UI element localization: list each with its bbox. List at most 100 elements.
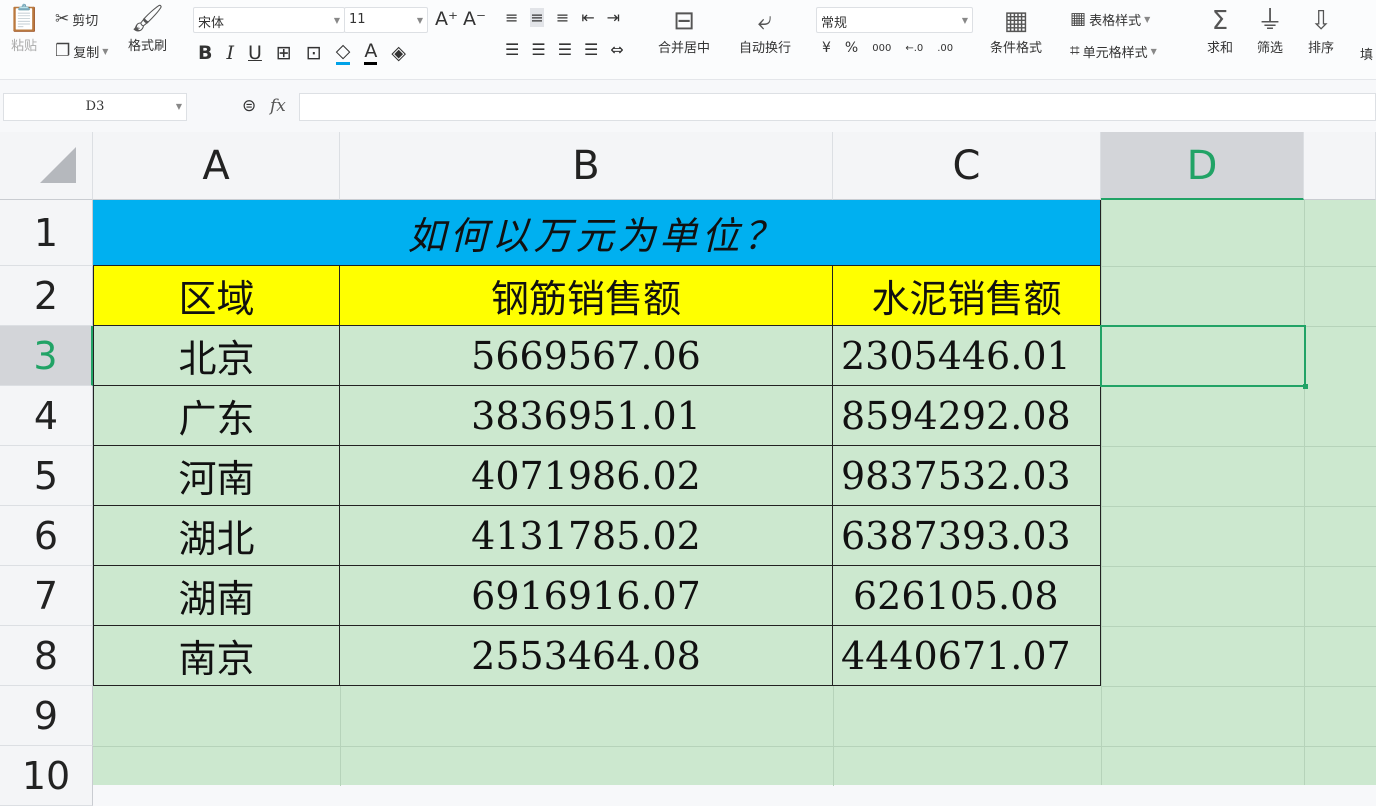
cement-sales-cell[interactable]: 6387393.03 [833, 506, 1101, 566]
header-cell-region[interactable]: 区域 [93, 266, 340, 326]
ribbon-toolbar: 📋 粘贴 ✂ 剪切 ❐ 复制 ▼ 🖌 格式刷 宋体 ▼ 11 ▼ A⁺ A⁻ B I U ⊞ ⊡ ◇ A ◈… [0, 0, 1376, 80]
cut-button[interactable]: ✂ 剪切 [55, 9, 98, 30]
justify-icon[interactable]: ☰ [584, 40, 598, 59]
spreadsheet-grid: A B C D 1 2 3 4 5 6 7 8 9 10 如何以万元为单位？ 区… [0, 132, 1376, 806]
copy-icon: ❐ [55, 41, 71, 61]
wrap-icon: ⤶ [757, 6, 773, 36]
cement-sales-cell[interactable]: 9837532.03 [833, 446, 1101, 506]
row-header-7[interactable]: 7 [0, 566, 93, 626]
align-top-icon[interactable]: ≡ [505, 8, 518, 27]
row-header-6[interactable]: 6 [0, 506, 93, 566]
font-size-select[interactable]: 11 ▼ [344, 7, 428, 33]
row-header-1[interactable]: 1 [0, 200, 93, 266]
sort-icon: ⇩ [1310, 6, 1332, 36]
steel-sales-cell[interactable]: 4131785.02 [340, 506, 833, 566]
fill-button[interactable]: 填 [1360, 44, 1373, 63]
eraser-icon[interactable]: ◈ [391, 42, 406, 64]
column-header-a[interactable]: A [93, 132, 340, 200]
title-cell[interactable]: 如何以万元为单位？ [93, 200, 1101, 266]
brush-icon: 🖌 [131, 4, 165, 34]
row-header-5[interactable]: 5 [0, 446, 93, 506]
column-header-b[interactable]: B [340, 132, 833, 200]
region-cell[interactable]: 湖南 [93, 566, 340, 626]
header-cell-cement-sales[interactable]: 水泥销售额 [833, 266, 1101, 326]
region-cell[interactable]: 南京 [93, 626, 340, 686]
paste-icon: 📋 [8, 4, 41, 34]
font-name-select[interactable]: 宋体 ▼ [193, 7, 345, 33]
cell-style-button[interactable]: ⌗ 单元格样式 ▼ [1070, 41, 1157, 62]
cement-sales-cell[interactable]: 4440671.07 [833, 626, 1101, 686]
table-style-icon: ▦ [1070, 9, 1087, 29]
distribute-icon[interactable]: ⇔ [610, 40, 623, 59]
region-cell[interactable]: 广东 [93, 386, 340, 446]
grid-icon: ▦ [1003, 6, 1029, 36]
column-header-d[interactable]: D [1101, 132, 1304, 200]
align-bottom-icon[interactable]: ≡ [556, 8, 569, 27]
formula-bar: D3 ▼ ⊜ fx [0, 93, 1376, 123]
fill-handle[interactable] [1303, 384, 1308, 389]
sigma-icon: Σ [1211, 6, 1229, 36]
format-painter-button[interactable]: 🖌 格式刷 [128, 6, 167, 54]
region-cell[interactable]: 河南 [93, 446, 340, 506]
row-header-8[interactable]: 8 [0, 626, 93, 686]
steel-sales-cell[interactable]: 5669567.06 [340, 326, 833, 386]
number-format-select[interactable]: 常规 ▼ [816, 7, 973, 33]
decrease-decimal-button[interactable]: .00 [937, 43, 953, 54]
row-header-3[interactable]: 3 [0, 326, 93, 386]
row-header-4[interactable]: 4 [0, 386, 93, 446]
table-style-button[interactable]: ▦ 表格样式 ▼ [1070, 9, 1150, 30]
header-cell-steel-sales[interactable]: 钢筋销售额 [340, 266, 833, 326]
column-header-e[interactable] [1304, 132, 1376, 200]
row-header-2[interactable]: 2 [0, 266, 93, 326]
underline-button[interactable]: U [248, 42, 262, 64]
conditional-format-button[interactable]: ▦ 条件格式 [990, 8, 1042, 56]
cell-style-icon: ⌗ [1070, 41, 1080, 61]
column-header-c[interactable]: C [833, 132, 1101, 200]
merge-center-button[interactable]: ⊟ 合并居中 [658, 8, 710, 56]
copy-button[interactable]: ❐ 复制 ▼ [55, 41, 108, 62]
fx-icon[interactable]: fx [270, 96, 286, 116]
merge-icon: ⊟ [673, 6, 695, 36]
cement-sales-cell[interactable]: 626105.08 [833, 566, 1101, 626]
cement-sales-cell[interactable]: 2305446.01 [833, 326, 1101, 386]
font-shrink-button[interactable]: A⁻ [463, 8, 486, 30]
filter-button[interactable]: ⏚ 筛选 [1257, 8, 1283, 56]
font-grow-button[interactable]: A⁺ [435, 8, 458, 30]
outdent-icon[interactable]: ⇤ [581, 8, 594, 27]
font-color-icon[interactable]: A [364, 40, 378, 65]
steel-sales-cell[interactable]: 4071986.02 [340, 446, 833, 506]
increase-decimal-button[interactable]: ←.0 [905, 43, 923, 54]
cement-sales-cell[interactable]: 8594292.08 [833, 386, 1101, 446]
zoom-formula-icon[interactable]: ⊜ [242, 96, 256, 116]
border-icon[interactable]: ⊞ [276, 42, 292, 64]
currency-button[interactable]: ¥ [822, 40, 831, 56]
row-header-10[interactable]: 10 [0, 746, 93, 806]
align-center-icon[interactable]: ☰ [531, 40, 545, 59]
align-left-icon[interactable]: ☰ [505, 40, 519, 59]
paste-button[interactable]: 📋 粘贴 [8, 6, 40, 54]
region-cell[interactable]: 湖北 [93, 506, 340, 566]
name-box[interactable]: D3 ▼ [3, 93, 187, 121]
italic-button[interactable]: I [226, 42, 234, 64]
steel-sales-cell[interactable]: 2553464.08 [340, 626, 833, 686]
steel-sales-cell[interactable]: 3836951.01 [340, 386, 833, 446]
filter-icon: ⏚ [1257, 6, 1284, 36]
fill-color-icon[interactable]: ◇ [335, 40, 351, 65]
bold-button[interactable]: B [198, 42, 212, 64]
percent-button[interactable]: % [845, 40, 858, 56]
align-middle-icon[interactable]: ≡ [530, 8, 544, 27]
wrap-text-button[interactable]: ⤶ 自动换行 [739, 8, 791, 56]
cell-format-icon[interactable]: ⊡ [306, 42, 322, 64]
select-all-corner[interactable] [0, 132, 93, 200]
align-right-icon[interactable]: ☰ [558, 40, 572, 59]
sum-button[interactable]: Σ 求和 [1207, 8, 1233, 56]
row-header-9[interactable]: 9 [0, 686, 93, 746]
formula-input[interactable] [299, 93, 1376, 121]
region-cell[interactable]: 北京 [93, 326, 340, 386]
indent-icon[interactable]: ⇥ [607, 8, 620, 27]
sort-button[interactable]: ⇩ 排序 [1308, 8, 1334, 56]
thousands-button[interactable]: 000 [872, 43, 891, 54]
steel-sales-cell[interactable]: 6916916.07 [340, 566, 833, 626]
active-cell-d3[interactable] [1100, 325, 1308, 389]
scissors-icon: ✂ [55, 9, 70, 29]
